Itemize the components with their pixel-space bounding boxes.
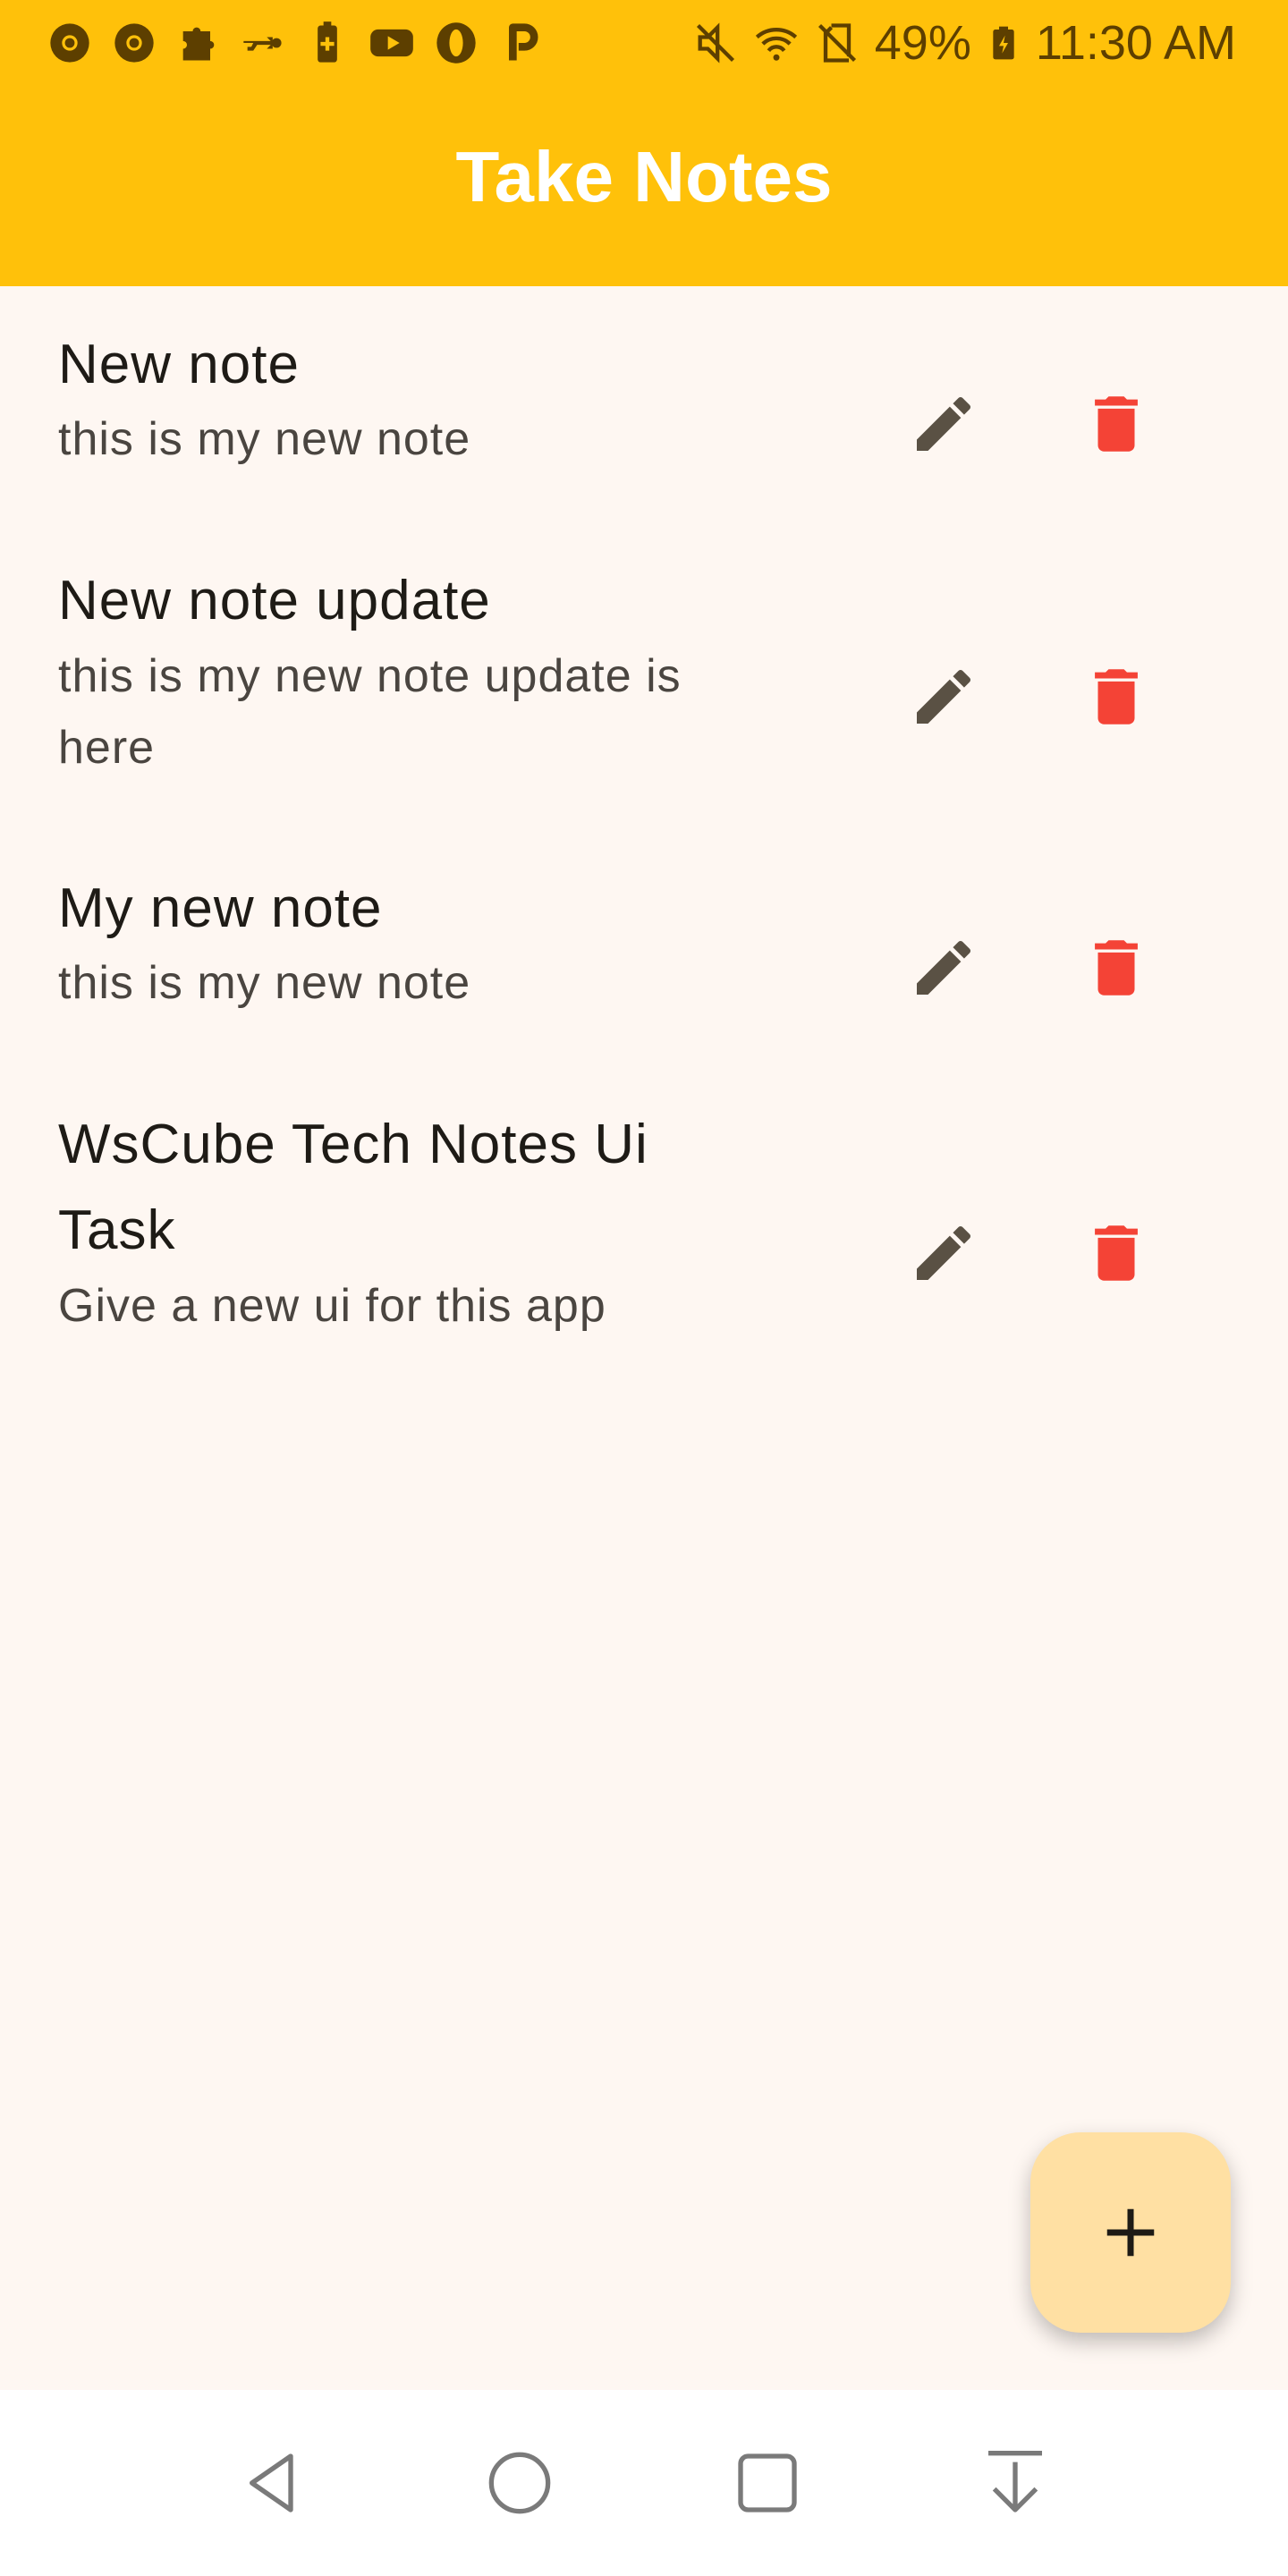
delete-button[interactable]	[1067, 375, 1165, 473]
notifications-pull-button[interactable]	[966, 2434, 1064, 2532]
app-bar: Take Notes	[0, 86, 1288, 286]
pencil-icon	[917, 1225, 971, 1280]
trash-icon	[1095, 669, 1138, 724]
trash-icon	[1095, 940, 1138, 996]
trash-icon	[1095, 396, 1138, 452]
pencil-icon	[917, 669, 971, 724]
pencil-icon	[917, 396, 971, 451]
note-item[interactable]: WsCube Tech Notes Ui Task Give a new ui …	[0, 1102, 1288, 1370]
plus-icon	[1106, 2208, 1155, 2257]
note-description: this is my new note	[58, 957, 471, 1009]
back-icon	[250, 2453, 293, 2512]
trash-icon	[1095, 1225, 1138, 1281]
note-title: New note update	[58, 570, 491, 631]
note-description: Give a new ui for this app	[58, 1280, 606, 1332]
back-button[interactable]	[224, 2434, 322, 2532]
home-button[interactable]	[470, 2434, 569, 2532]
chrome-icon	[50, 23, 89, 63]
battery-charging-icon	[993, 26, 1014, 60]
puzzle-icon	[182, 27, 215, 61]
note-item[interactable]: New note update this is my new note upda…	[0, 558, 1288, 826]
clock: 11:30 AM	[1035, 16, 1236, 70]
note-description: this is my new note	[58, 413, 471, 465]
system-status: 49% 11:30 AM	[692, 15, 1236, 71]
edit-button[interactable]	[894, 648, 993, 746]
note-item[interactable]: My new note this is my new note	[0, 866, 1288, 1072]
battery-saver-icon	[318, 21, 337, 63]
page-title: Take Notes	[455, 137, 833, 216]
note-title: New note	[58, 334, 300, 395]
home-icon	[488, 2452, 551, 2514]
usb-icon	[243, 37, 282, 51]
mute-icon	[696, 22, 734, 64]
notification-icons	[47, 20, 544, 66]
delete-button[interactable]	[1067, 648, 1165, 746]
delete-button[interactable]	[1067, 919, 1165, 1017]
navigation-bar	[0, 2390, 1288, 2576]
notifications-pull-icon	[988, 2451, 1042, 2512]
youtube-icon	[370, 29, 413, 57]
note-item[interactable]: New note this is my new note	[0, 322, 1288, 528]
no-sim-icon	[818, 23, 856, 63]
battery-percent: 49%	[874, 16, 971, 70]
chrome-icon	[114, 23, 154, 63]
edit-button[interactable]	[894, 375, 993, 473]
note-description: this is my new note update is here	[58, 650, 682, 774]
opera-icon	[436, 22, 476, 64]
status-bar: 49% 11:30 AM	[0, 0, 1288, 86]
paytm-icon	[509, 23, 538, 61]
edit-button[interactable]	[894, 1204, 993, 1302]
add-note-button[interactable]	[1030, 2132, 1231, 2333]
edit-button[interactable]	[894, 919, 993, 1017]
recents-button[interactable]	[718, 2434, 817, 2532]
wifi-icon	[755, 28, 797, 61]
note-title: My new note	[58, 877, 383, 939]
recents-icon	[738, 2453, 797, 2512]
note-title: WsCube Tech Notes Ui Task	[58, 1114, 648, 1261]
pencil-icon	[917, 940, 971, 995]
delete-button[interactable]	[1067, 1204, 1165, 1302]
